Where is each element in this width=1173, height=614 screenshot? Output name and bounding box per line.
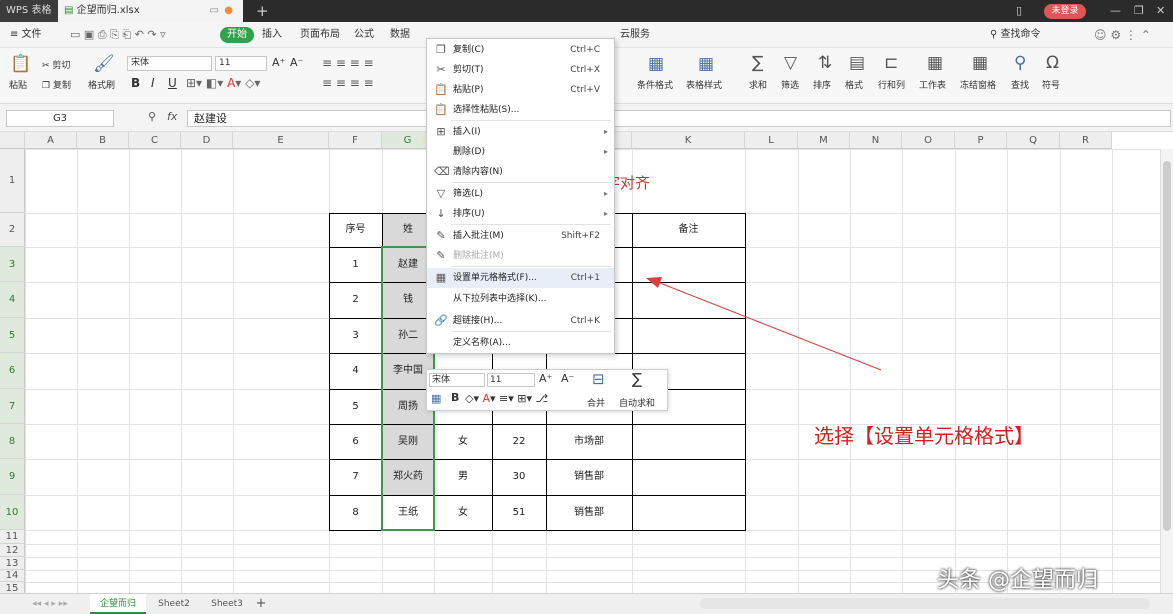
watermark: 头条 @企望而归 [937, 568, 1098, 593]
sheet-tab-3[interactable]: Sheet3 [202, 594, 252, 614]
vertical-scrollbar[interactable] [1160, 149, 1173, 593]
vertical-scroll-thumb[interactable] [1163, 161, 1171, 531]
sheet-nav-arrows[interactable]: ◂◂ ◂ ▸ ▸▸ [20, 594, 80, 614]
annotation-text: 选择【设置单元格格式】 [814, 424, 1034, 448]
sheet-tab-2[interactable]: Sheet2 [148, 594, 200, 614]
annotation-arrow [646, 277, 882, 371]
horizontal-scrollbar[interactable] [700, 598, 1150, 609]
sheet-tab-1[interactable]: 企望而归 [90, 594, 146, 614]
sheet-tab-bar: ◂◂ ◂ ▸ ▸▸ 企望而归 Sheet2 Sheet3 + [0, 593, 1173, 614]
add-sheet-button[interactable]: + [254, 594, 268, 614]
